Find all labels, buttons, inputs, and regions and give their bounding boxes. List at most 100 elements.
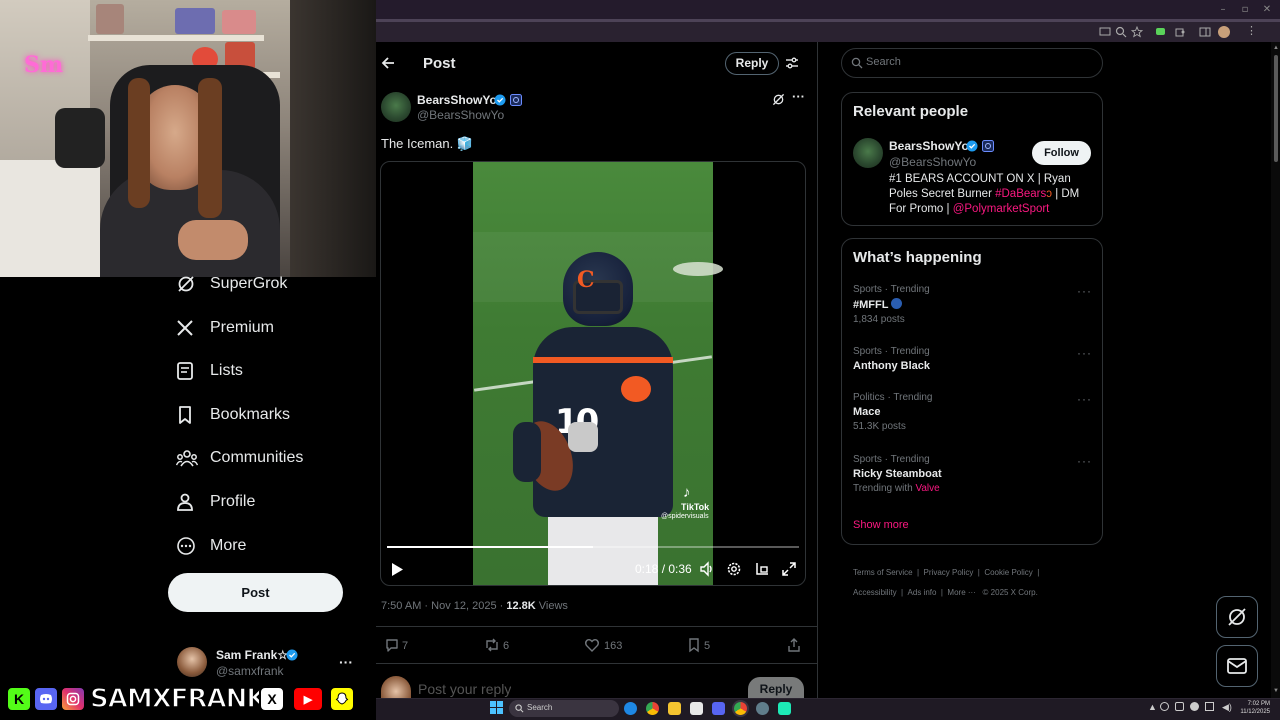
minimize-icon[interactable]: – [1217, 4, 1229, 16]
start-icon[interactable] [490, 701, 503, 714]
person-name[interactable]: BearsShowYo [889, 139, 969, 153]
nav-item-bookmarks[interactable]: Bookmarks [170, 395, 290, 435]
author-avatar[interactable] [381, 92, 411, 122]
play-icon[interactable] [390, 562, 404, 577]
webcam-overlay: Sm [0, 0, 376, 277]
zoom-icon[interactable] [1115, 26, 1127, 38]
volume-icon[interactable] [699, 561, 715, 577]
footer-link[interactable]: Accessibility [853, 588, 897, 597]
author-name[interactable]: BearsShowYo [417, 93, 497, 107]
install-app-icon[interactable] [1099, 26, 1111, 38]
trend-name: Ricky Steamboat [853, 468, 942, 480]
bio-mention[interactable]: @PolymarketSport [953, 203, 1050, 215]
chrome-active-icon[interactable] [734, 702, 747, 715]
nav-item-communities[interactable]: Communities [170, 438, 303, 478]
nav-item-supergrok[interactable]: SuperGrok [170, 264, 287, 304]
file-explorer-icon[interactable] [668, 702, 681, 715]
reply-submit-button[interactable]: Reply [748, 677, 804, 698]
messages-float-button[interactable] [1216, 645, 1258, 687]
trend-item[interactable]: Politics · Trending Mace 51.3K posts [853, 392, 1093, 438]
account-handle: @samxfrank [216, 664, 284, 678]
account-more-icon[interactable]: ··· [339, 654, 353, 670]
trend-more-icon[interactable]: ··· [1077, 346, 1092, 360]
edge-browser-icon[interactable] [624, 702, 637, 715]
bookmark-icon[interactable] [686, 637, 702, 653]
picture-in-picture-icon[interactable] [754, 561, 770, 577]
footer-link[interactable]: Cookie Policy [984, 568, 1032, 577]
grok-icon[interactable] [772, 93, 785, 106]
trend-more-icon[interactable]: ··· [1077, 454, 1092, 468]
taskbar-clock[interactable]: 7:02 PM 11/12/2025 [1240, 700, 1270, 716]
verified-badge-icon [966, 140, 978, 152]
search-icon [515, 704, 524, 713]
trend-item[interactable]: Sports · Trending Anthony Black [853, 346, 1093, 376]
calendar-app-icon[interactable] [690, 702, 703, 715]
maximize-icon[interactable]: ▫ [1239, 4, 1251, 16]
filter-settings-icon[interactable] [785, 56, 799, 70]
share-icon[interactable] [786, 637, 802, 653]
volume-icon[interactable]: ◀) [1222, 702, 1232, 713]
nav-label: Premium [210, 319, 275, 336]
footer-link[interactable]: More ··· [947, 588, 975, 597]
page-title: Post [423, 55, 456, 72]
close-icon[interactable]: ✕ [1261, 4, 1273, 16]
follow-button[interactable]: Follow [1032, 141, 1091, 165]
nav-item-more[interactable]: More [170, 526, 246, 566]
tray-icon[interactable] [1160, 702, 1169, 711]
views-label: Views [535, 600, 568, 612]
nav-item-premium[interactable]: Premium [170, 308, 274, 348]
footer-link[interactable]: Terms of Service [853, 568, 913, 577]
search-placeholder: Search [866, 56, 901, 68]
app-icon[interactable] [778, 702, 791, 715]
star-icon[interactable] [1131, 26, 1143, 38]
tray-icon[interactable] [1205, 702, 1214, 711]
footer-link[interactable]: Ads info [908, 588, 937, 597]
trend-with-link[interactable]: Valve [915, 483, 939, 494]
repost-icon[interactable] [484, 637, 500, 653]
like-heart-icon[interactable] [584, 637, 600, 653]
video-progress-fill [387, 546, 593, 548]
search-icon [851, 57, 863, 69]
extension-icon[interactable] [1156, 28, 1165, 35]
scroll-up-icon[interactable]: ▲ [1273, 45, 1279, 51]
chrome-icon[interactable] [646, 702, 659, 715]
tray-chevron-icon[interactable]: ▲ [1148, 702, 1157, 712]
browser-menu-icon[interactable]: ⋮ [1246, 24, 1257, 37]
sidebar-icon[interactable] [1199, 26, 1211, 38]
more-circle-icon [170, 533, 204, 559]
reply-header-button[interactable]: Reply [725, 52, 779, 75]
reply-input[interactable]: Post your reply [418, 681, 511, 698]
grok-float-button[interactable] [1216, 596, 1258, 638]
bio-hashtag[interactable]: #DaBears [995, 188, 1046, 200]
trend-item[interactable]: Sports · Trending Ricky Steamboat Trendi… [853, 454, 1093, 500]
avatar[interactable] [177, 647, 207, 677]
envelope-icon [1227, 658, 1247, 674]
discord-taskbar-icon[interactable] [712, 702, 725, 715]
streamer-name: SAMXFRANK [89, 683, 267, 715]
browser-titlebar [376, 0, 1280, 20]
show-more-link[interactable]: Show more [853, 519, 909, 531]
scrollbar-thumb[interactable] [1274, 55, 1278, 162]
post-more-icon[interactable]: ··· [792, 89, 805, 104]
author-avatar[interactable] [853, 138, 883, 168]
back-arrow-icon[interactable] [381, 56, 395, 70]
taskbar-search[interactable] [509, 700, 619, 717]
profile-avatar-icon[interactable] [1218, 26, 1230, 38]
puzzle-icon[interactable] [1174, 26, 1186, 38]
trend-more-icon[interactable]: ··· [1077, 392, 1092, 406]
settings-app-icon[interactable] [756, 702, 769, 715]
fullscreen-icon[interactable] [781, 561, 797, 577]
scroll-down-icon[interactable]: ▼ [1273, 688, 1279, 694]
video-frame: C 10 [473, 162, 723, 585]
tiktok-watermark: TikTok [681, 502, 710, 512]
nav-item-lists[interactable]: Lists [170, 351, 243, 391]
trend-item[interactable]: Sports · Trending #MFFL 1,834 posts [853, 284, 1093, 330]
settings-gear-icon[interactable] [726, 561, 742, 577]
footer-link[interactable]: Privacy Policy [924, 568, 974, 577]
nav-item-profile[interactable]: Profile [170, 482, 255, 522]
trend-more-icon[interactable]: ··· [1077, 284, 1092, 298]
tray-icon[interactable] [1175, 702, 1184, 711]
reply-icon[interactable] [384, 637, 400, 653]
tray-icon[interactable] [1190, 702, 1199, 711]
post-button[interactable]: Post [168, 573, 343, 612]
